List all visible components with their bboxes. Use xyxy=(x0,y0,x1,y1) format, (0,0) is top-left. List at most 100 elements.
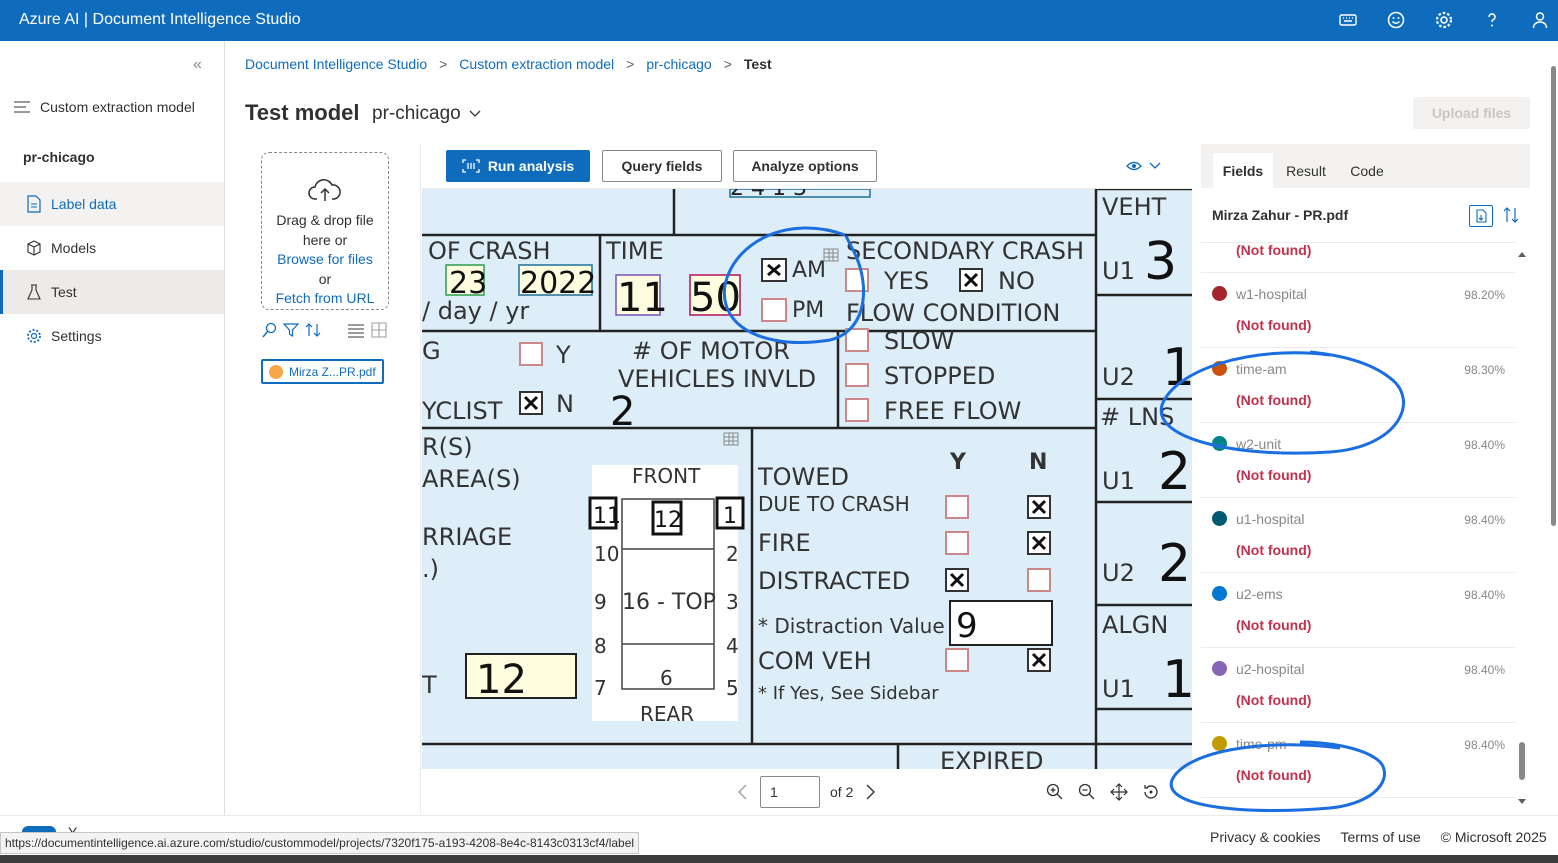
field-row-u2-ems[interactable]: u2-ems 98.40% (Not found) xyxy=(1201,573,1515,648)
zoom-out-icon[interactable] xyxy=(1078,783,1096,801)
doc-partial-text: 2 4 1 3 xyxy=(730,189,807,201)
tab-result[interactable]: Result xyxy=(1277,153,1335,188)
field-list-scrollbar[interactable] xyxy=(1517,249,1527,807)
sort-icon[interactable] xyxy=(1503,205,1519,225)
doc-minute: 50 xyxy=(690,275,741,321)
collapse-nav-icon[interactable]: « xyxy=(193,56,202,74)
help-icon[interactable] xyxy=(1482,10,1502,30)
doc-veht-u1: 3 xyxy=(1144,232,1177,292)
run-analysis-button[interactable]: Run analysis xyxy=(446,150,590,182)
doc-lns-u1: 2 xyxy=(1158,442,1191,502)
doc-pos-4: 4 xyxy=(726,634,739,658)
smiley-icon[interactable] xyxy=(1386,10,1406,30)
sidebar-item-models[interactable]: Models xyxy=(0,226,224,270)
document-page[interactable]: 2 4 1 3 OF CRASH TIME 23 2022 / day / yr… xyxy=(422,189,1192,769)
filter-icon[interactable] xyxy=(283,322,299,338)
sidebar-item-settings[interactable]: Settings xyxy=(0,314,224,358)
gear-icon[interactable] xyxy=(1434,10,1454,30)
doc-areas: AREA(S) xyxy=(422,465,521,493)
page-total: of 2 xyxy=(830,784,854,800)
query-fields-button[interactable]: Query fields xyxy=(602,150,722,182)
doc-day-yr: / day / yr xyxy=(422,297,529,325)
person-icon[interactable] xyxy=(1530,10,1550,30)
doc-if-yes: * If Yes, See Sidebar xyxy=(758,683,939,704)
zoom-tools xyxy=(1046,783,1160,801)
doc-fire: FIRE xyxy=(758,529,811,557)
field-confidence: 98.40% xyxy=(1464,513,1505,527)
field-name: w1-hospital xyxy=(1236,286,1307,302)
privacy-link[interactable]: Privacy & cookies xyxy=(1210,829,1320,845)
field-value: (Not found) xyxy=(1236,392,1312,408)
field-row-w2-unit[interactable]: w2-unit 98.40% (Not found) xyxy=(1201,423,1515,498)
doc-slow: SLOW xyxy=(884,327,954,355)
tab-code[interactable]: Code xyxy=(1339,153,1395,188)
doc-pos-2: 2 xyxy=(726,542,739,566)
grid-view-icon[interactable] xyxy=(371,322,387,338)
drop-text: Drag & drop file xyxy=(276,212,374,228)
or-text: or xyxy=(318,270,332,287)
field-value: (Not found) xyxy=(1236,767,1312,783)
sort-icon[interactable] xyxy=(305,322,321,338)
fetch-url-link[interactable]: Fetch from URL xyxy=(262,289,388,309)
field-row-time-pm[interactable]: time-pm 98.40% (Not found) xyxy=(1201,723,1515,798)
field-name: w2-unit xyxy=(1236,436,1282,452)
download-icon[interactable] xyxy=(1469,205,1493,227)
doc-y: Y xyxy=(555,341,571,369)
browse-files-link[interactable]: Browse for files xyxy=(262,250,388,270)
doc-due-to-crash: DUE TO CRASH xyxy=(758,492,910,516)
field-row[interactable]: (Not found) xyxy=(1201,243,1515,273)
keyboard-icon[interactable] xyxy=(1338,10,1358,30)
field-name: u2-hospital xyxy=(1236,661,1305,677)
doc-t-value: 12 xyxy=(476,657,527,703)
doc-distraction-num: 9 xyxy=(956,606,978,646)
breadcrumb-link-project[interactable]: pr-chicago xyxy=(646,56,711,72)
pager: 1 of 2 xyxy=(736,776,877,808)
file-dropzone[interactable]: Drag & drop file here or Browse for file… xyxy=(261,152,389,310)
field-color-dot xyxy=(1212,286,1227,301)
field-row-w1-hospital[interactable]: w1-hospital 98.20% (Not found) xyxy=(1201,273,1515,348)
doc-pm: PM xyxy=(792,298,824,323)
chevron-right-icon: > xyxy=(439,56,448,72)
copyright: © Microsoft 2025 xyxy=(1440,829,1547,845)
file-status-dot xyxy=(269,364,283,379)
chevron-left-icon[interactable] xyxy=(736,783,750,801)
page-number-input[interactable]: 1 xyxy=(760,776,820,808)
chevron-right-icon[interactable] xyxy=(863,783,877,801)
tab-fields[interactable]: Fields xyxy=(1213,153,1273,188)
sidebar-item-label: Models xyxy=(51,240,97,256)
rotate-icon[interactable] xyxy=(1142,783,1160,801)
doc-pos-1: 1 xyxy=(723,504,737,529)
file-chip-selected[interactable]: Mirza Z...PR.pdf xyxy=(261,359,384,384)
field-row-time-am[interactable]: time-am 98.30% (Not found) xyxy=(1201,348,1515,423)
doc-time: TIME xyxy=(605,237,664,265)
visibility-toggle[interactable] xyxy=(1126,159,1166,176)
fit-page-icon[interactable] xyxy=(1110,783,1128,801)
analyze-options-button[interactable]: Analyze options xyxy=(733,150,877,182)
doc-motor: # OF MOTOR xyxy=(632,337,790,365)
breadcrumb-link-custom-model[interactable]: Custom extraction model xyxy=(459,56,614,72)
list-icon xyxy=(14,101,30,113)
page-scrollbar[interactable] xyxy=(1549,41,1558,815)
search-icon[interactable] xyxy=(261,322,277,338)
list-view-icon[interactable] xyxy=(347,322,365,338)
field-row-u2-hospital[interactable]: u2-hospital 98.40% (Not found) xyxy=(1201,648,1515,723)
field-color-dot xyxy=(1212,436,1227,451)
zoom-in-icon[interactable] xyxy=(1046,783,1064,801)
doc-distraction-value: * Distraction Value xyxy=(758,614,945,638)
field-color-dot xyxy=(1212,586,1227,601)
scrollbar-thumb[interactable] xyxy=(1519,742,1525,780)
upload-files-button[interactable]: Upload files xyxy=(1413,97,1530,129)
eye-icon xyxy=(1126,161,1161,171)
breadcrumb-link-studio[interactable]: Document Intelligence Studio xyxy=(245,56,427,72)
terms-link[interactable]: Terms of use xyxy=(1340,829,1420,845)
field-confidence: 98.20% xyxy=(1464,288,1505,302)
doc-no: NO xyxy=(998,267,1035,295)
sidebar-item-test[interactable]: Test xyxy=(0,270,224,314)
app-title[interactable]: Azure AI | Document Intelligence Studio xyxy=(19,11,301,29)
page-scrollbar-thumb[interactable] xyxy=(1551,66,1556,526)
model-dropdown[interactable]: pr-chicago xyxy=(372,103,481,125)
field-row-u1-hospital[interactable]: u1-hospital 98.40% (Not found) xyxy=(1201,498,1515,573)
doc-pos-9: 9 xyxy=(594,590,607,614)
top-bar: Azure AI | Document Intelligence Studio xyxy=(0,0,1558,41)
sidebar-item-label-data[interactable]: Label data xyxy=(0,182,224,226)
